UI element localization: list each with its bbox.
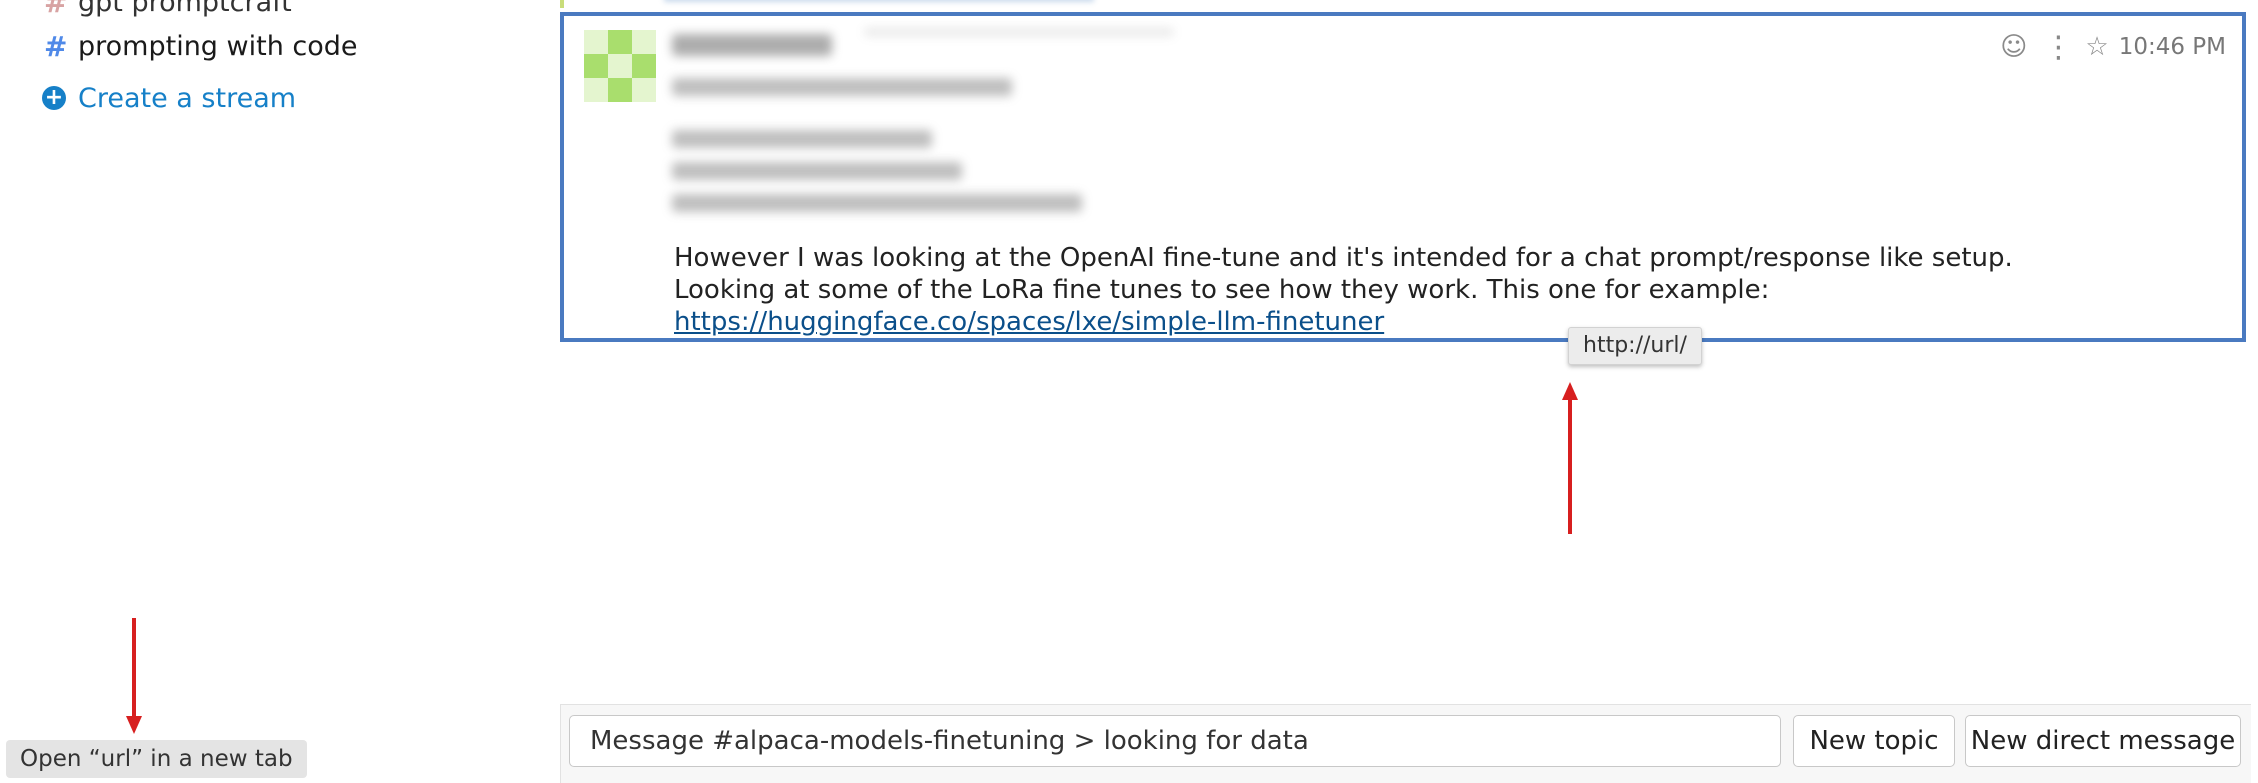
blurred-text xyxy=(672,162,962,180)
compose-message-input[interactable]: Message #alpaca-models-finetuning > look… xyxy=(569,715,1781,767)
annotation-arrow-shaft xyxy=(132,618,136,718)
create-stream-label: Create a stream xyxy=(78,82,297,114)
previous-message-blurred-text xyxy=(664,0,1094,2)
blurred-text xyxy=(672,130,932,148)
message-timestamp[interactable]: 10:46 PM xyxy=(2119,34,2226,60)
new-direct-message-button[interactable]: New direct message xyxy=(1965,715,2241,767)
left-sidebar: # gpt promptcraft # prompting with code … xyxy=(0,0,540,782)
blurred-text xyxy=(672,78,1012,96)
emoji-reaction-icon[interactable]: ☺ xyxy=(2000,32,2027,62)
browser-status-tooltip: Open “url” in a new tab xyxy=(6,740,307,778)
sidebar-stream-gpt-promptcraft[interactable]: # gpt promptcraft xyxy=(44,0,292,22)
annotation-arrow-head xyxy=(126,716,142,734)
plus-circle-icon: + xyxy=(42,86,66,110)
message-actions: ☺ ⋮ ☆ 10:46 PM xyxy=(2000,28,2226,66)
more-actions-icon[interactable]: ⋮ xyxy=(2043,30,2073,65)
stream-name: prompting with code xyxy=(78,30,358,62)
sender-name-blurred xyxy=(672,34,832,56)
blurred-text xyxy=(672,194,1082,212)
hash-icon: # xyxy=(44,0,68,19)
star-icon[interactable]: ☆ xyxy=(2085,32,2108,62)
create-stream-link[interactable]: + Create a stream xyxy=(42,78,296,118)
previous-message-edge xyxy=(560,0,2254,8)
stream-name: gpt promptcraft xyxy=(78,0,292,18)
annotation-arrow-shaft xyxy=(1568,398,1572,534)
annotation-arrow-head xyxy=(1562,382,1578,400)
avatar[interactable] xyxy=(584,30,656,102)
link-tooltip: http://url/ xyxy=(1568,327,1702,365)
message-row[interactable]: ☺ ⋮ ☆ 10:46 PM However I was looking at … xyxy=(560,12,2246,342)
hash-icon: # xyxy=(44,29,68,63)
message-text: However I was looking at the OpenAI fine… xyxy=(674,243,2013,305)
message-content: However I was looking at the OpenAI fine… xyxy=(674,242,2034,338)
message-link[interactable]: https://huggingface.co/spaces/lxe/simple… xyxy=(674,307,1384,337)
blurred-text xyxy=(864,28,1174,36)
sidebar-stream-prompting-with-code[interactable]: # prompting with code xyxy=(44,26,358,66)
new-topic-button[interactable]: New topic xyxy=(1793,715,1955,767)
compose-bar: Message #alpaca-models-finetuning > look… xyxy=(560,704,2251,783)
